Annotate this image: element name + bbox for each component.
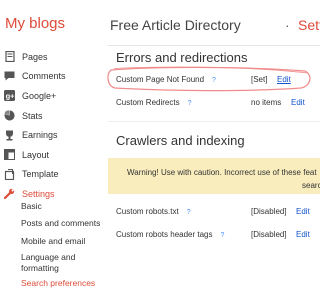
warning-banner: Warning! Use with caution. Incorrect use… (108, 158, 320, 194)
sidebar-item-label: Comments (22, 71, 66, 82)
custom-robots-header-edit-link[interactable]: Edit (296, 230, 310, 239)
submenu-mobile-and-email[interactable]: Mobile and email (0, 232, 104, 250)
custom-robots-header-label: Custom robots header tags (116, 230, 213, 239)
settings-submenu: Basic Posts and comments Mobile and emai… (0, 197, 104, 290)
sidebar-item-label: Template (22, 169, 59, 180)
help-icon[interactable]: ? (221, 232, 225, 239)
breadcrumb-settings[interactable]: Settings (298, 17, 320, 33)
sidebar: My blogs Pages Comments g+ Google+ Stats… (0, 0, 104, 290)
sidebar-item-label: Earnings (22, 130, 58, 141)
sidebar-item-earnings[interactable]: Earnings (0, 125, 104, 145)
custom-robots-txt-row: Custom robots.txt? (116, 207, 191, 216)
submenu-language-and-formatting[interactable]: Language and formatting (0, 250, 87, 276)
warning-text-continued: search engin (302, 181, 320, 190)
custom-robots-header-status: [Disabled] (251, 230, 287, 239)
sidebar-item-label: Google+ (22, 90, 57, 101)
custom-robots-txt-label: Custom robots.txt (116, 207, 179, 216)
custom-redirects-status: no items (251, 98, 282, 107)
sidebar-item-template[interactable]: Template (0, 165, 104, 185)
sidebar-item-label: Stats (22, 110, 43, 121)
layout-icon (4, 149, 15, 161)
custom-robots-header-row: Custom robots header tags? (116, 230, 224, 239)
custom-page-not-found-row: Custom Page Not Found? (116, 75, 216, 84)
stats-icon (4, 110, 15, 121)
submenu-search-preferences[interactable]: Search preferences (0, 276, 104, 290)
svg-text:g+: g+ (6, 92, 15, 101)
crawlers-section-title: Crawlers and indexing (116, 133, 245, 148)
help-icon[interactable]: ? (212, 77, 216, 84)
custom-robots-txt-edit-link[interactable]: Edit (296, 207, 310, 216)
header-divider (108, 45, 320, 46)
section-divider (108, 121, 320, 122)
sidebar-item-google-plus[interactable]: g+ Google+ (0, 86, 104, 106)
blog-title[interactable]: Free Article Directory (110, 17, 241, 33)
sidebar-item-comments[interactable]: Comments (0, 67, 104, 87)
submenu-posts-and-comments[interactable]: Posts and comments (0, 215, 104, 233)
sidebar-nav: Pages Comments g+ Google+ Stats Earnings… (0, 47, 104, 204)
help-icon[interactable]: ? (188, 100, 192, 107)
custom-page-not-found-status: [Set] (251, 75, 268, 84)
template-icon (4, 168, 15, 180)
warning-text: Warning! Use with caution. Incorrect use… (127, 168, 317, 177)
page-header: Free Article Directory · Settings › Se (108, 0, 320, 46)
comments-icon (4, 71, 15, 82)
sidebar-item-layout[interactable]: Layout (0, 145, 104, 165)
title-separator: · (285, 17, 290, 33)
errors-section-title: Errors and redirections (116, 50, 248, 65)
pages-icon (4, 51, 15, 63)
custom-robots-txt-status: [Disabled] (251, 207, 287, 216)
submenu-basic[interactable]: Basic (0, 197, 104, 215)
google-plus-icon: g+ (4, 90, 15, 102)
custom-page-not-found-label: Custom Page Not Found (116, 75, 205, 84)
custom-redirects-edit-link[interactable]: Edit (291, 98, 305, 107)
custom-redirects-label: Custom Redirects (116, 98, 180, 107)
help-icon[interactable]: ? (187, 209, 191, 216)
sidebar-item-stats[interactable]: Stats (0, 106, 104, 126)
sidebar-item-pages[interactable]: Pages (0, 47, 104, 67)
custom-page-not-found-edit-link[interactable]: Edit (277, 75, 291, 84)
earnings-icon (4, 130, 15, 141)
custom-redirects-row: Custom Redirects? (116, 98, 191, 107)
my-blogs-link[interactable]: My blogs (5, 15, 65, 32)
sidebar-item-label: Layout (22, 149, 50, 160)
sidebar-item-label: Pages (22, 51, 48, 62)
